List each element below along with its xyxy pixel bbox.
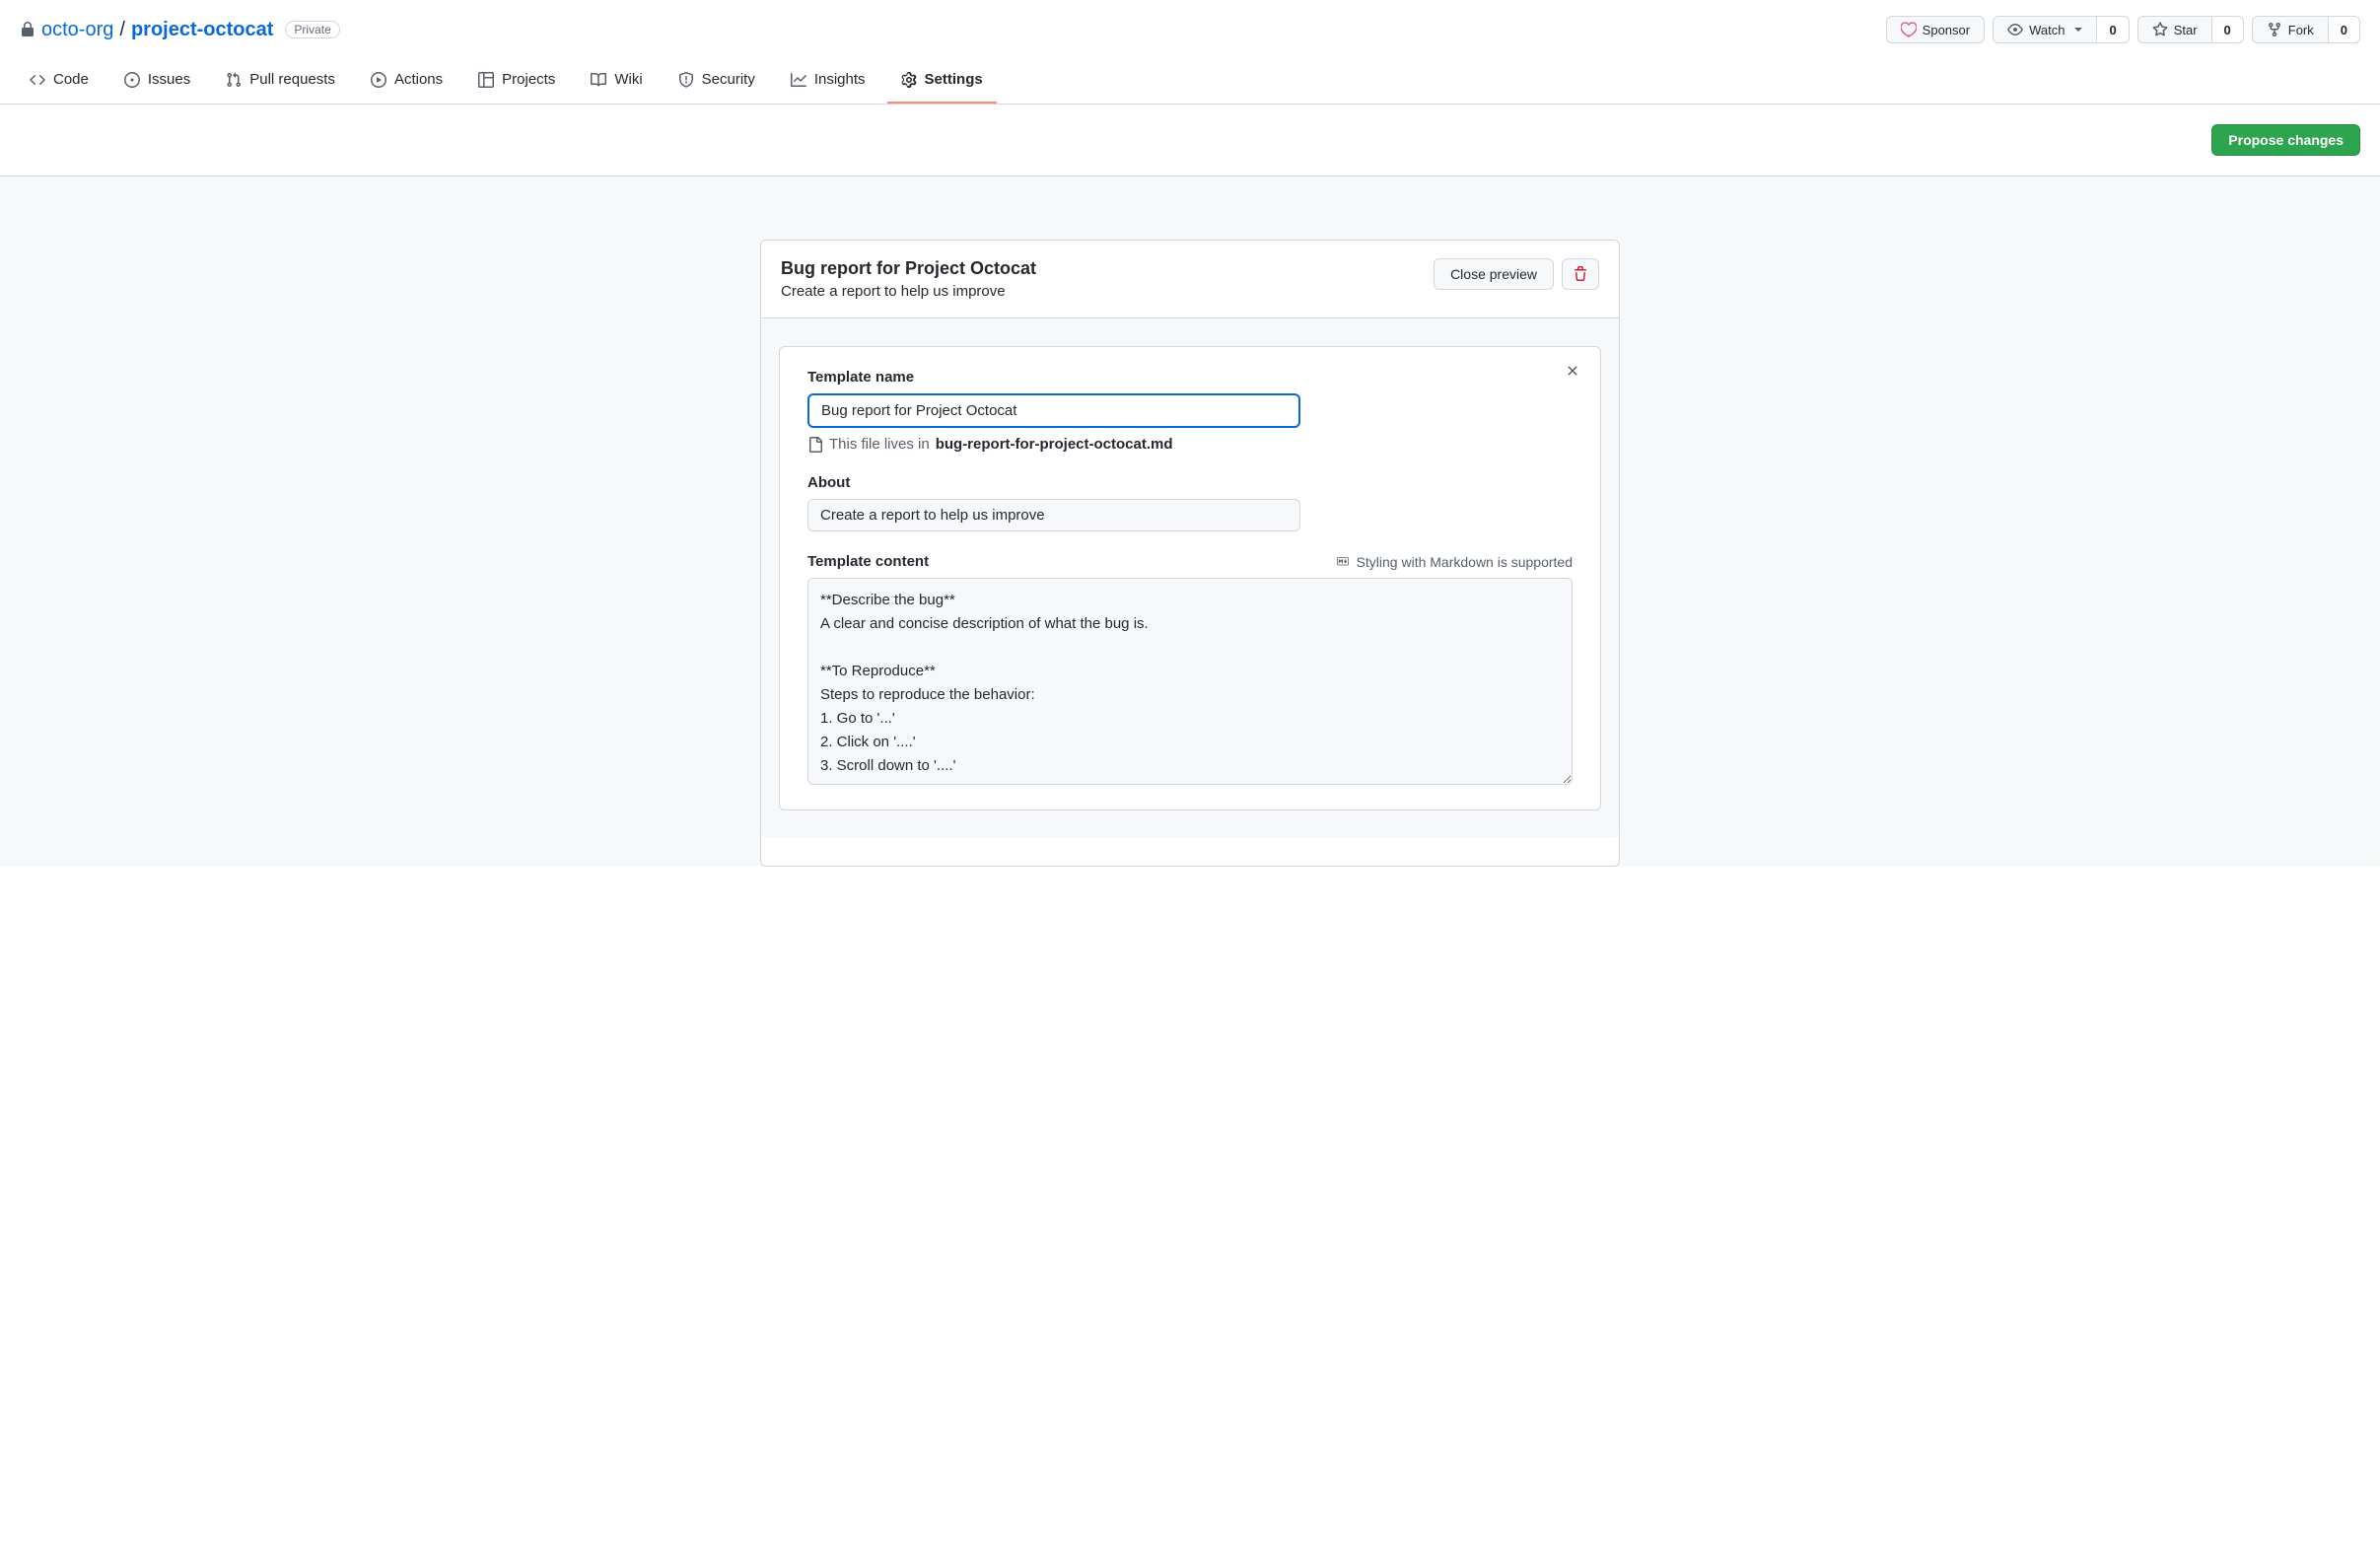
card-title: Bug report for Project Octocat <box>781 258 1036 279</box>
watch-button[interactable]: Watch <box>1993 16 2097 43</box>
trash-icon <box>1573 266 1588 282</box>
file-hint-prefix: This file lives in <box>829 436 930 453</box>
editor-canvas: Bug report for Project Octocat Create a … <box>0 176 2380 867</box>
watch-count[interactable]: 0 <box>2097 16 2129 43</box>
about-input[interactable] <box>807 499 1300 531</box>
tab-issues-label: Issues <box>148 71 190 88</box>
tab-code-label: Code <box>53 71 89 88</box>
tab-security[interactable]: Security <box>665 61 769 104</box>
markdown-hint-label: Styling with Markdown is supported <box>1357 554 1573 570</box>
org-link[interactable]: octo-org <box>41 19 113 41</box>
template-name-input[interactable] <box>807 393 1300 428</box>
tab-settings-label: Settings <box>925 71 983 88</box>
code-icon <box>30 72 45 88</box>
fork-button[interactable]: Fork <box>2252 16 2329 43</box>
tab-settings[interactable]: Settings <box>887 61 997 104</box>
issues-icon <box>124 72 140 88</box>
fork-label: Fork <box>2288 23 2314 37</box>
tab-projects[interactable]: Projects <box>464 61 569 104</box>
star-label: Star <box>2174 23 2198 37</box>
tab-wiki[interactable]: Wiki <box>577 61 656 104</box>
tab-issues[interactable]: Issues <box>110 61 204 104</box>
star-icon <box>2152 22 2168 37</box>
repo-link[interactable]: project-octocat <box>131 19 273 41</box>
watch-label: Watch <box>2029 23 2065 37</box>
markdown-hint[interactable]: Styling with Markdown is supported <box>1335 554 1573 570</box>
fork-count[interactable]: 0 <box>2329 16 2360 43</box>
delete-button[interactable] <box>1562 258 1599 290</box>
pull-request-icon <box>226 72 242 88</box>
eye-icon <box>2007 22 2023 37</box>
template-card: Bug report for Project Octocat Create a … <box>760 240 1620 867</box>
close-preview-button[interactable]: Close preview <box>1434 258 1554 290</box>
tab-actions-label: Actions <box>394 71 443 88</box>
markdown-icon <box>1335 554 1351 570</box>
repo-action-buttons: Sponsor Watch 0 Star 0 <box>1886 16 2360 43</box>
file-icon <box>807 437 823 453</box>
content-label: Template content <box>807 553 929 570</box>
visibility-badge: Private <box>285 21 339 38</box>
tab-wiki-label: Wiki <box>614 71 642 88</box>
projects-icon <box>478 72 494 88</box>
star-button[interactable]: Star <box>2137 16 2212 43</box>
template-name-label: Template name <box>807 369 1573 386</box>
about-label: About <box>807 474 1573 491</box>
tab-insights[interactable]: Insights <box>777 61 879 104</box>
tab-pull-requests[interactable]: Pull requests <box>212 61 349 104</box>
tab-pr-label: Pull requests <box>249 71 335 88</box>
template-content-textarea[interactable] <box>807 578 1573 785</box>
sponsor-label: Sponsor <box>1923 23 1970 37</box>
heart-icon <box>1901 22 1917 37</box>
shield-icon <box>678 72 694 88</box>
repo-breadcrumb: octo-org / project-octocat Private <box>20 19 340 41</box>
fork-icon <box>2267 22 2282 37</box>
gear-icon <box>901 72 917 88</box>
play-icon <box>371 72 386 88</box>
template-form: Template name This file lives in bug-rep… <box>779 346 1601 810</box>
breadcrumb-separator: / <box>119 19 125 41</box>
close-icon[interactable] <box>1565 363 1580 384</box>
tab-code[interactable]: Code <box>16 61 103 104</box>
sponsor-button[interactable]: Sponsor <box>1886 16 1985 43</box>
tab-projects-label: Projects <box>502 71 555 88</box>
star-count[interactable]: 0 <box>2212 16 2244 43</box>
lock-icon <box>20 22 35 37</box>
tab-actions[interactable]: Actions <box>357 61 456 104</box>
tab-security-label: Security <box>702 71 755 88</box>
repo-tabs: Code Issues Pull requests Actions Projec… <box>0 61 2380 105</box>
card-subtitle: Create a report to help us improve <box>781 283 1036 300</box>
propose-changes-button[interactable]: Propose changes <box>2211 124 2360 156</box>
book-icon <box>591 72 606 88</box>
chevron-down-icon <box>2074 28 2082 32</box>
file-name: bug-report-for-project-octocat.md <box>936 436 1173 453</box>
tab-insights-label: Insights <box>814 71 866 88</box>
graph-icon <box>791 72 806 88</box>
